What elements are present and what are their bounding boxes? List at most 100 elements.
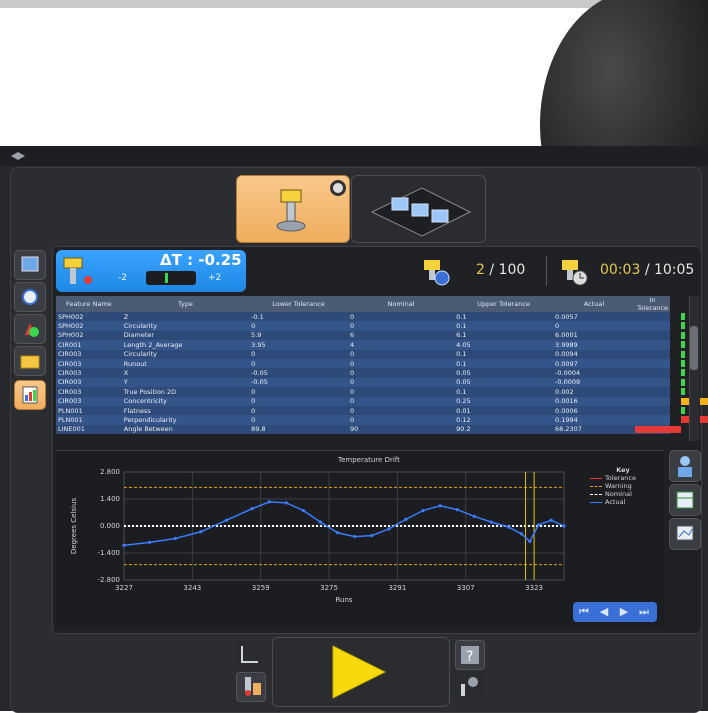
column-header[interactable]: Upper Tolerance	[454, 296, 554, 312]
table-row[interactable]: CIR003 Concentricity 0 0 0.25 0.0016	[56, 396, 708, 406]
table-cell: CIR003	[56, 377, 122, 388]
column-header[interactable]: Lower Tolerance	[249, 296, 348, 312]
probe-tool-button[interactable]	[236, 672, 266, 702]
table-cell: 0	[249, 358, 348, 369]
table-cell: 0	[347, 396, 455, 406]
actual-data-point	[370, 534, 374, 538]
in-tolerance-cell	[635, 330, 685, 341]
shapes-view-button[interactable]	[14, 314, 46, 344]
tolerance-bar	[681, 313, 685, 320]
tolerance-bar	[681, 369, 685, 377]
table-export-button[interactable]	[669, 484, 701, 516]
table-cell: Concentricity	[121, 396, 250, 406]
table-cell: 4	[347, 340, 455, 350]
operator-settings-button[interactable]	[669, 450, 701, 482]
actual-data-point	[301, 508, 306, 513]
previous-page-icon[interactable]: ◀	[595, 604, 613, 620]
chart-view-button[interactable]	[14, 380, 46, 410]
table-cell: Circularity	[121, 321, 250, 331]
actual-data-point	[199, 530, 203, 534]
table-cell: -0.0009	[553, 377, 635, 388]
table-cell: X	[121, 368, 250, 378]
actual-data-point	[438, 504, 442, 508]
chart-export-button[interactable]	[669, 518, 701, 550]
title-bar	[0, 146, 708, 166]
in-tolerance-cell	[635, 387, 685, 397]
column-header[interactable]: Actual	[553, 296, 635, 312]
first-page-icon[interactable]: ⏮	[575, 604, 593, 620]
column-header[interactable]: Feature Name	[56, 296, 122, 312]
tools-button[interactable]	[455, 672, 483, 700]
table-cell: Y	[121, 377, 250, 388]
coordinate-system-button[interactable]	[236, 640, 264, 668]
table-row[interactable]: PLN001 Perpendicularity 0 0 0.12 0.1994	[56, 415, 708, 425]
y-tick-label: 1.400	[100, 495, 120, 503]
actual-data-point	[250, 507, 254, 511]
table-cell: 0.002	[553, 387, 635, 397]
table-cell: 0.05	[454, 368, 554, 378]
key-item: Warning	[590, 482, 636, 490]
table-cell: 5.9	[249, 330, 348, 341]
table-cell: 90	[347, 424, 455, 435]
table-cell: 68.2307	[553, 424, 635, 435]
chart-key: Key Tolerance Warning Nominal Actual	[590, 466, 636, 506]
table-cell: 4.05	[454, 340, 554, 350]
play-icon	[332, 645, 387, 699]
column-header[interactable]: Type	[121, 296, 250, 312]
next-page-icon[interactable]: ▶	[615, 604, 633, 620]
help-button[interactable]: ?	[455, 640, 485, 670]
key-title: Key	[616, 466, 630, 474]
table-cell: 0.01	[454, 405, 554, 416]
table-row[interactable]: SPH002 Z -0.1 0 0.1 0.0057	[56, 312, 685, 322]
temperature-drift-chart: 3227 3243 3259 3275 3291 3307 3323 2.800 1.400 0.…	[70, 468, 566, 604]
batch-mode-button[interactable]	[351, 175, 486, 243]
actual-data-point	[455, 508, 459, 512]
table-cell: 0.1	[454, 358, 554, 369]
x-tick-label: 3275	[320, 584, 338, 592]
folder-button[interactable]	[14, 346, 46, 376]
tolerance-bar	[681, 359, 685, 367]
table-cell: 0	[347, 415, 455, 425]
table-row[interactable]: CIR003 X -0.05 0 0.05 -0.0004	[56, 368, 685, 378]
table-row[interactable]: CIR003 Circularity 0 0 0.1 0.0094	[56, 349, 685, 359]
table-cell: -0.05	[249, 368, 348, 378]
table-cell: SPH002	[56, 321, 122, 331]
table-row[interactable]: LINE001 Angle Between 89.8 90 90.2 68.2307	[56, 424, 681, 435]
x-tick-label: 3227	[115, 584, 133, 592]
table-row[interactable]: CIR003 Y -0.05 0 0.05 -0.0009	[56, 377, 685, 388]
table-row[interactable]: CIR001 Length 2_Average 3.95 4 4.05 3.9989	[56, 340, 685, 350]
report-view-button[interactable]	[14, 282, 46, 312]
table-cell: CIR001	[56, 340, 122, 350]
table-cell: 0	[249, 396, 348, 406]
table-scroll-thumb[interactable]	[690, 326, 698, 370]
table-body: SPH002 Z -0.1 0 0.1 0.0057 SPH002 Circularity 0 0…	[56, 312, 708, 435]
table-cell: Perpendicularity	[121, 415, 250, 425]
actual-data-point	[335, 531, 340, 535]
settings-ring-icon[interactable]	[330, 180, 346, 196]
table-row[interactable]: SPH002 Circularity 0 0 0.1 0	[56, 321, 685, 331]
table-cell: 0.25	[454, 396, 554, 406]
column-header[interactable]: In Tolerance	[635, 296, 670, 312]
table-cell: Flatness	[121, 405, 250, 416]
table-row[interactable]: PLN001 Flatness 0 0 0.01 0.0006	[56, 405, 685, 416]
table-row[interactable]: CIR003 True Position 2D 0 0 0.1 0.002	[56, 387, 685, 397]
table-cell: Length 2_Average	[121, 340, 250, 350]
table-cell: CIR003	[56, 358, 122, 369]
table-cell: Circularity	[121, 349, 250, 359]
table-cell: 6.0001	[553, 330, 635, 341]
table-row[interactable]: CIR003 Runout 0 0 0.1 0.0097	[56, 358, 685, 369]
column-header[interactable]: Nominal	[347, 296, 455, 312]
key-swatch	[590, 477, 602, 479]
table-cell: 0	[553, 321, 635, 331]
in-tolerance-cell	[635, 321, 685, 331]
table-row[interactable]: SPH002 Diameter 5.9 6 6.1 6.0001	[56, 330, 685, 341]
image-view-button[interactable]	[14, 250, 46, 280]
table-cell: -0.0004	[553, 368, 635, 378]
last-page-icon[interactable]: ⏭	[635, 604, 653, 620]
actual-data-point	[353, 535, 357, 539]
time-counter: 00:03 / 10:05	[600, 262, 694, 278]
run-button[interactable]	[272, 637, 450, 707]
y-axis-label: Degrees Celsius	[70, 498, 78, 555]
table-cell: LINE001	[56, 424, 122, 435]
in-tolerance-cell	[635, 405, 685, 416]
